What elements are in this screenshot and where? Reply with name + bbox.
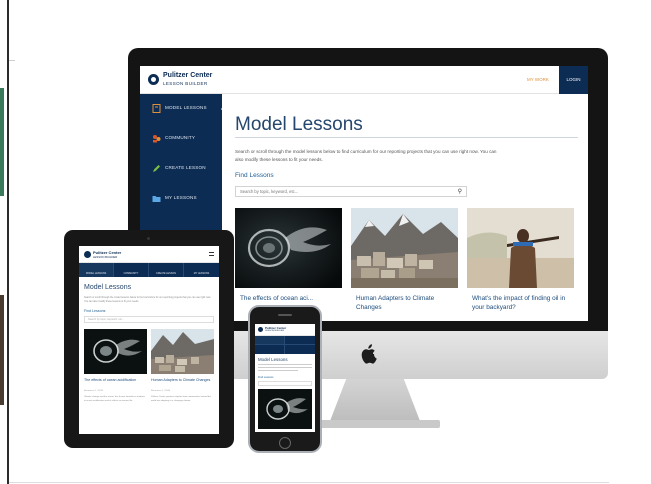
- card-body: Climate change and the ocean: this lesso…: [84, 396, 145, 402]
- pulitzer-logo-icon[interactable]: [258, 327, 263, 332]
- lesson-card[interactable]: Human Adapters to Climate Changes: [351, 208, 458, 321]
- my-work-link[interactable]: MY WORK: [527, 77, 549, 82]
- card-meta: Resources 1 / 2016: [151, 390, 170, 392]
- find-lessons-heading: Find Lessons: [258, 376, 274, 379]
- logo-title[interactable]: Pulitzer Center: [163, 72, 212, 79]
- find-lessons-heading: Find Lessons: [235, 172, 274, 179]
- logo-subtitle: LESSON BUILDER: [93, 255, 118, 259]
- lesson-card[interactable]: What's the impact of finding oil in your…: [467, 208, 574, 321]
- search-icon[interactable]: ⚲: [458, 188, 462, 195]
- apple-logo-icon: [359, 343, 379, 365]
- sea-butterfly-image[interactable]: [235, 208, 342, 288]
- logo-subtitle: LESSON BUILDER: [265, 330, 284, 332]
- tab-create-lesson[interactable]: CREATE LESSON: [149, 263, 184, 277]
- active-indicator: [221, 104, 226, 114]
- search-input[interactable]: [258, 381, 312, 386]
- logo-subtitle: LESSON BUILDER: [163, 81, 208, 86]
- imac-stand-foot: [310, 420, 440, 428]
- card-title[interactable]: Human Adapters to Climate Changes: [151, 378, 214, 383]
- tab-community[interactable]: COMMUNITY: [114, 263, 149, 277]
- login-button[interactable]: LOGIN: [559, 66, 588, 94]
- sidebar-item-label: MODEL LESSONS: [165, 105, 207, 110]
- phone-screen: Pulitzer Center LESSON BUILDER Model Les…: [255, 324, 315, 432]
- tablet-camera: [147, 237, 150, 240]
- sidebar-item-label: MY LESSONS: [165, 195, 197, 200]
- sidebar-item-label: COMMUNITY: [165, 135, 196, 140]
- book-icon: [152, 104, 161, 113]
- tab-model-lessons[interactable]: MODEL LESSONS: [79, 263, 114, 277]
- frame-tick: [9, 60, 15, 61]
- community-icon: [153, 135, 161, 143]
- card-title[interactable]: The effects of ocean aci...: [240, 294, 340, 303]
- mountain-village-image[interactable]: [351, 208, 458, 288]
- page-title: Model Lessons: [235, 114, 363, 135]
- find-lessons-heading: Find Lessons: [84, 309, 106, 313]
- menu-icon[interactable]: [209, 252, 214, 256]
- pencil-icon: [153, 165, 160, 172]
- intro-text-lines: [258, 364, 312, 376]
- card-title[interactable]: Human Adapters to Climate Changes: [356, 294, 456, 312]
- title-divider: [235, 137, 578, 138]
- search-field[interactable]: ⚲: [235, 186, 467, 197]
- sea-butterfly-image[interactable]: [258, 389, 312, 429]
- sidebar-item-community[interactable]: COMMUNITY: [140, 124, 222, 154]
- page-title: Model Lessons: [84, 284, 132, 291]
- left-edge-strip: [0, 295, 4, 405]
- tablet-header: Pulitzer Center LESSON BUILDER: [79, 246, 219, 263]
- pulitzer-logo-icon[interactable]: [84, 251, 91, 258]
- page-title: Model Lessons: [258, 357, 288, 362]
- card-title[interactable]: What's the impact of finding oil in your…: [472, 294, 572, 312]
- man-with-rifle-image[interactable]: [467, 208, 574, 288]
- tablet-nav: MODEL LESSONS COMMUNITY CREATE LESSON MY…: [79, 263, 219, 277]
- card-meta: Resources 1 / 2016: [84, 390, 103, 392]
- folder-icon: [152, 196, 161, 202]
- sidebar-item-model-lessons[interactable]: MODEL LESSONS: [140, 94, 226, 124]
- frame-bottom-line: [9, 482, 609, 483]
- tablet-screen: Pulitzer Center LESSON BUILDER MODEL LES…: [79, 246, 219, 434]
- tab-community[interactable]: [285, 336, 315, 345]
- intro-text: Search or scroll through the model lesso…: [84, 296, 211, 303]
- phone-header: Pulitzer Center LESSON BUILDER: [255, 324, 315, 336]
- frame-border: [7, 0, 9, 484]
- sidebar-item-my-lessons[interactable]: MY LESSONS: [140, 184, 222, 214]
- left-edge-strip: [0, 88, 4, 196]
- sidebar-item-label: CREATE LESSON: [165, 165, 206, 170]
- phone-home-button[interactable]: [279, 437, 291, 449]
- phone-speaker: [278, 314, 292, 316]
- tab-create-lesson[interactable]: [255, 345, 285, 354]
- imac-stand-neck: [330, 379, 420, 421]
- search-input[interactable]: [236, 187, 446, 196]
- mountain-village-image[interactable]: [151, 329, 214, 374]
- phone-nav: [255, 336, 315, 354]
- sidebar-item-create-lesson[interactable]: CREATE LESSON: [140, 154, 222, 184]
- search-placeholder: Search by topic, keyword, etc...: [88, 318, 125, 321]
- desktop-header: Pulitzer Center LESSON BUILDER MY WORK L…: [140, 66, 588, 94]
- device-mockup-scene: Pulitzer Center LESSON BUILDER MY WORK L…: [0, 0, 651, 484]
- card-body: Pulitzer Center grantees explore how com…: [151, 396, 211, 402]
- tab-model-lessons[interactable]: [255, 336, 285, 345]
- card-title[interactable]: The effects of ocean acidification: [84, 378, 147, 383]
- intro-text: Search or scroll through the model lesso…: [235, 149, 497, 162]
- sea-butterfly-image[interactable]: [84, 329, 147, 374]
- search-input[interactable]: Search by topic, keyword, etc...: [84, 316, 214, 323]
- tab-my-lessons[interactable]: MY LESSONS: [184, 263, 219, 277]
- tab-my-lessons[interactable]: [285, 345, 315, 354]
- pulitzer-logo-icon[interactable]: [148, 74, 159, 85]
